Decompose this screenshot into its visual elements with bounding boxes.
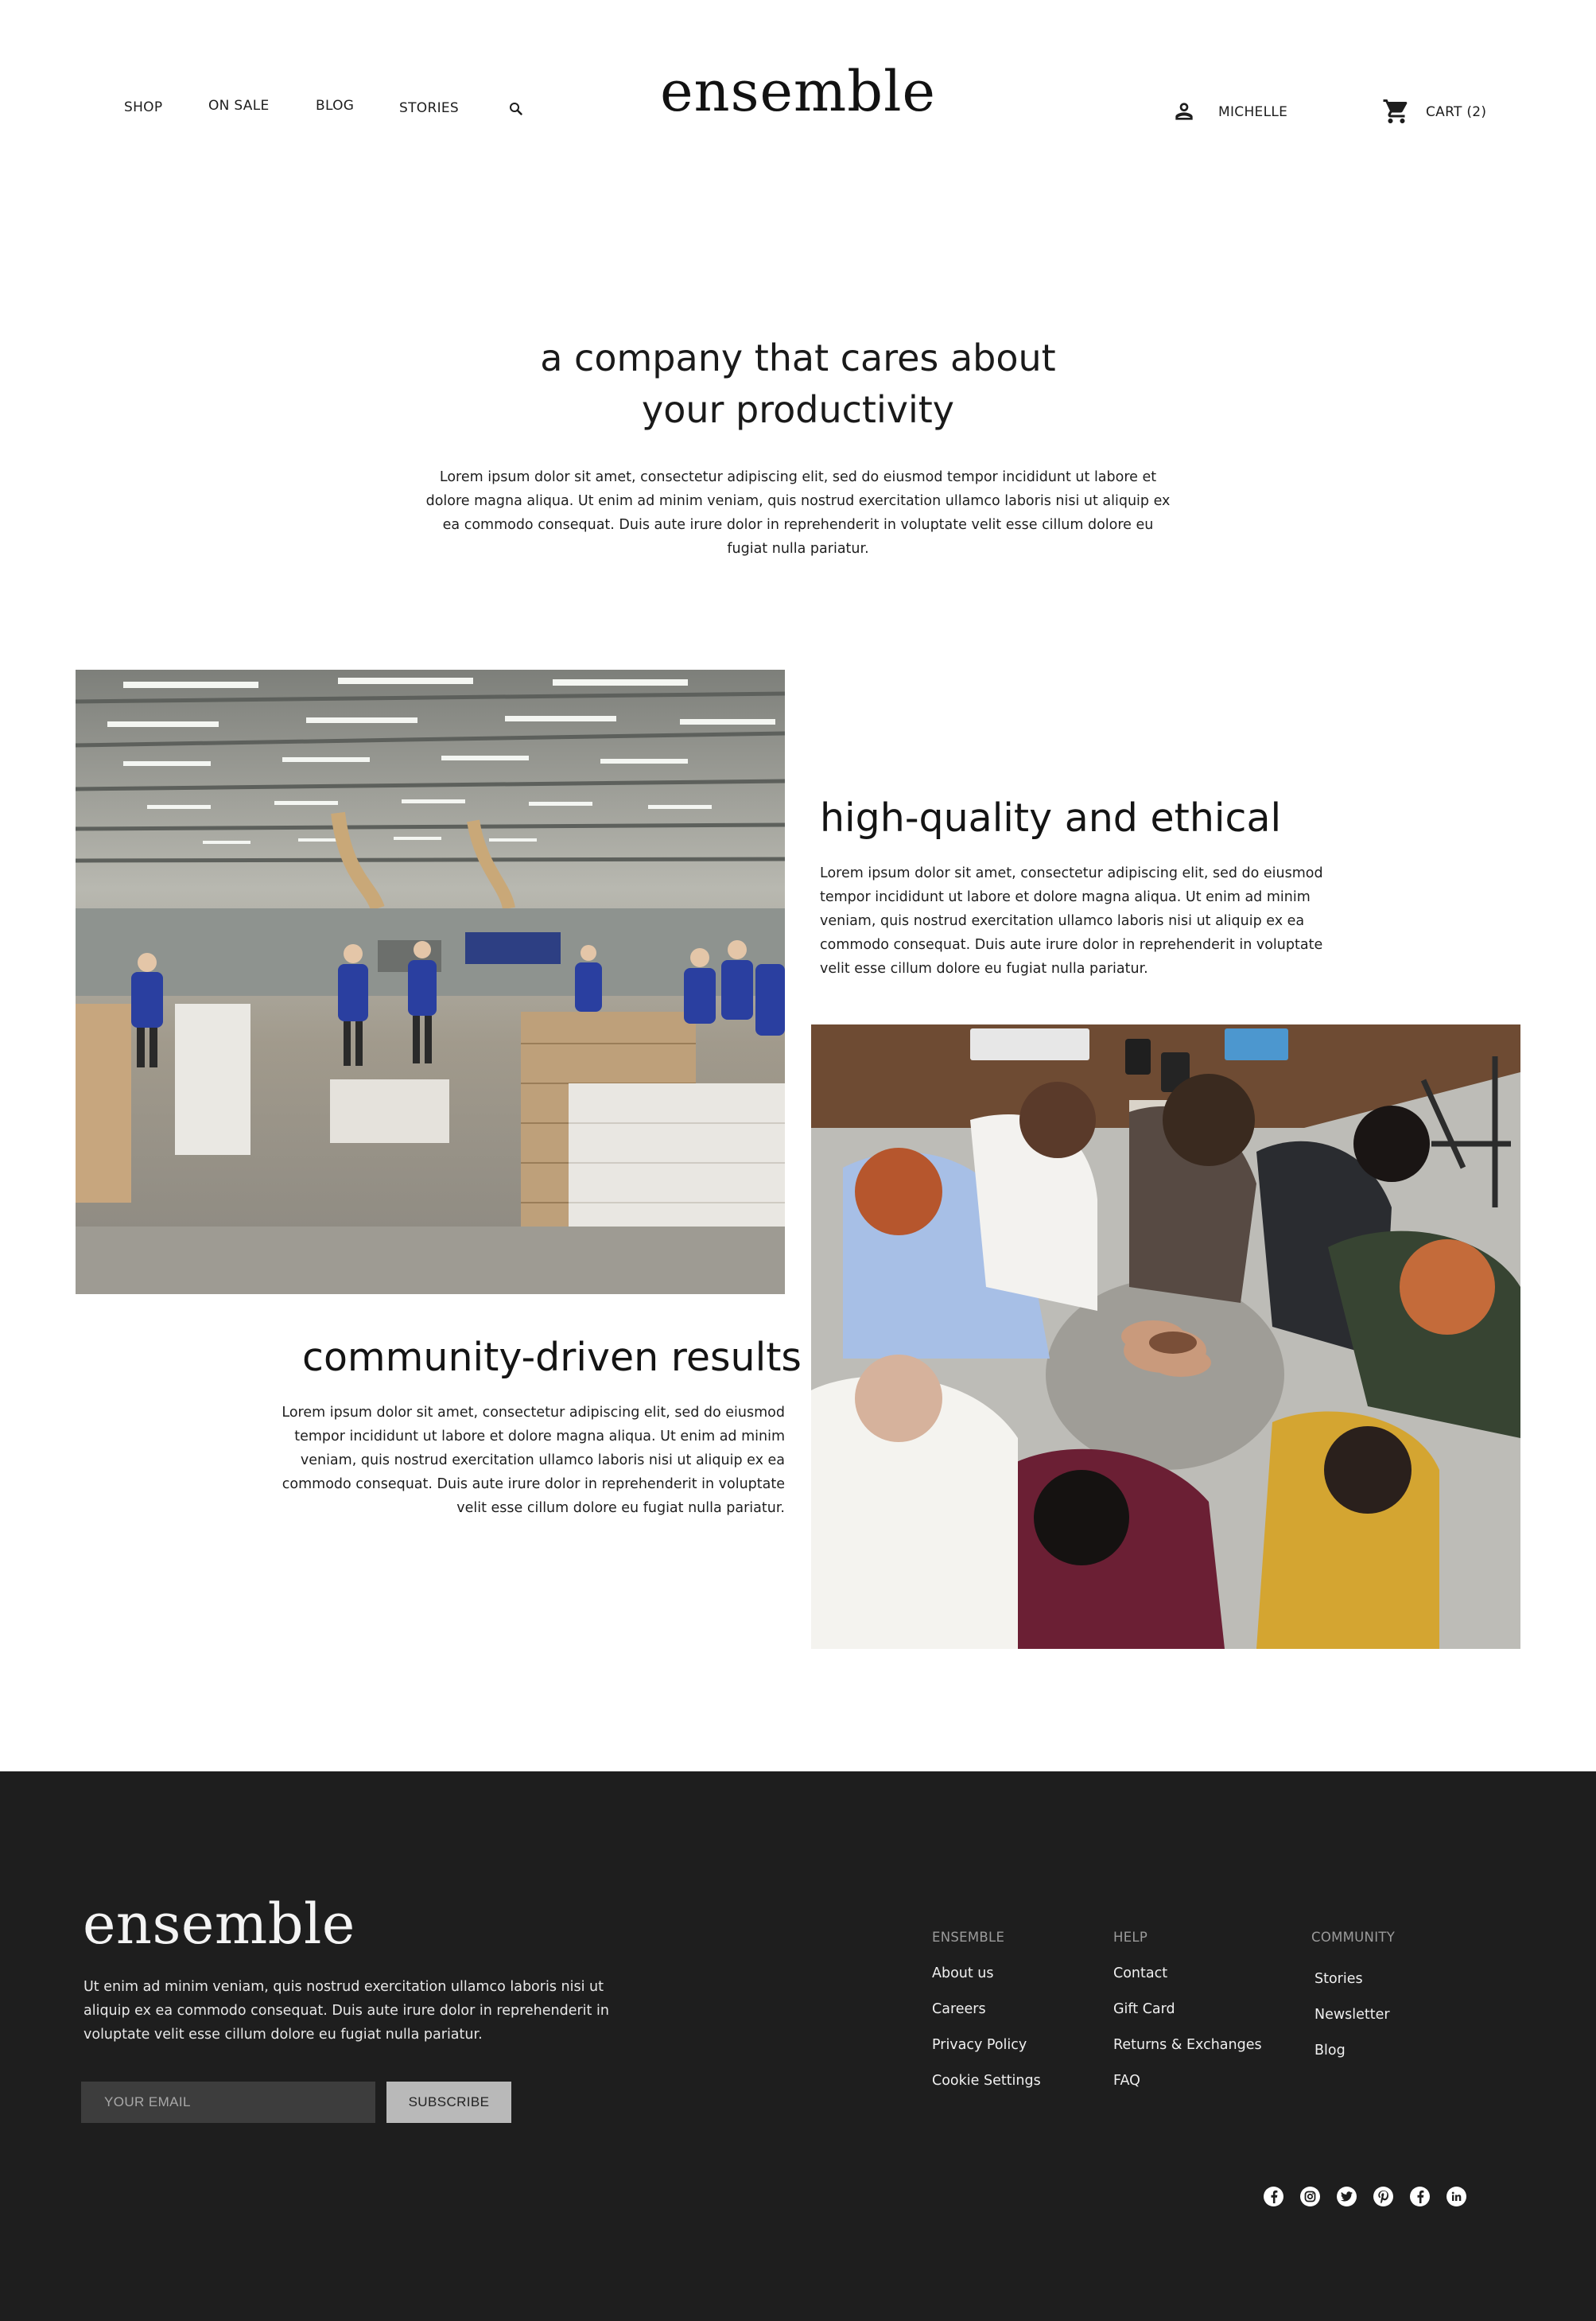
- footer-logo[interactable]: ensemble: [83, 1891, 355, 1957]
- cart-link[interactable]: CART (2): [1426, 104, 1486, 120]
- footer-link-newsletter[interactable]: Newsletter: [1314, 2007, 1390, 2023]
- site-footer: ensemble Ut enim ad minim veniam, quis n…: [0, 1771, 1596, 2321]
- site-logo: ensemble: [0, 59, 1596, 124]
- user-icon[interactable]: [1170, 97, 1198, 126]
- user-account-link[interactable]: MICHELLE: [1218, 104, 1287, 120]
- footer-link-contact[interactable]: Contact: [1113, 1965, 1167, 1981]
- facebook-icon[interactable]: [1410, 2187, 1430, 2206]
- footer-link-privacy-policy[interactable]: Privacy Policy: [932, 2037, 1027, 2053]
- feature-title-community: community-driven results: [302, 1335, 802, 1380]
- intro-text: Lorem ipsum dolor sit amet, consectetur …: [425, 469, 1171, 557]
- footer-heading-community: COMMUNITY: [1311, 1930, 1396, 1945]
- site-header: SHOP ON SALE BLOG STORIES ensemble MICHE…: [0, 0, 1596, 223]
- intro-title: a company that cares about your producti…: [0, 332, 1596, 436]
- intro-title-line-1: a company that cares about: [540, 336, 1056, 379]
- footer-link-cookie-settings[interactable]: Cookie Settings: [932, 2073, 1041, 2089]
- footer-link-careers[interactable]: Careers: [932, 2001, 986, 2017]
- brand-name[interactable]: ensemble: [660, 59, 936, 124]
- linkedin-icon[interactable]: [1446, 2187, 1466, 2206]
- subscribe-button[interactable]: SUBSCRIBE: [386, 2082, 511, 2123]
- search-icon[interactable]: [506, 99, 526, 119]
- team-photo: [811, 1024, 1520, 1649]
- intro-title-line-2: your productivity: [641, 388, 955, 431]
- footer-link-gift-card[interactable]: Gift Card: [1113, 2001, 1175, 2017]
- feature-text-quality: Lorem ipsum dolor sit amet, consectetur …: [820, 865, 1323, 977]
- footer-link-stories[interactable]: Stories: [1314, 1971, 1363, 1987]
- footer-link-blog[interactable]: Blog: [1314, 2043, 1346, 2059]
- factory-photo: [76, 670, 785, 1294]
- footer-heading-ensemble: ENSEMBLE: [932, 1930, 1005, 1945]
- feature-title-quality: high-quality and ethical: [820, 795, 1282, 841]
- footer-heading-help: HELP: [1113, 1930, 1148, 1945]
- footer-link-faq[interactable]: FAQ: [1113, 2073, 1140, 2089]
- twitter-icon[interactable]: [1337, 2187, 1357, 2206]
- instagram-icon[interactable]: [1300, 2187, 1320, 2206]
- footer-link-about-us[interactable]: About us: [932, 1965, 994, 1981]
- pinterest-icon[interactable]: [1373, 2187, 1393, 2206]
- nav-stories[interactable]: STORIES: [399, 100, 459, 116]
- feature-text-community: Lorem ipsum dolor sit amet, consectetur …: [282, 1405, 785, 1516]
- nav-on-sale[interactable]: ON SALE: [208, 98, 270, 114]
- footer-description: Ut enim ad minim veniam, quis nostrud ex…: [83, 1979, 609, 2043]
- footer-link-returns-exchanges[interactable]: Returns & Exchanges: [1113, 2037, 1262, 2053]
- newsletter-email-input[interactable]: [81, 2082, 375, 2123]
- nav-blog[interactable]: BLOG: [316, 98, 354, 114]
- facebook-icon[interactable]: [1264, 2187, 1283, 2206]
- cart-icon[interactable]: [1380, 95, 1412, 127]
- nav-shop[interactable]: SHOP: [124, 99, 162, 115]
